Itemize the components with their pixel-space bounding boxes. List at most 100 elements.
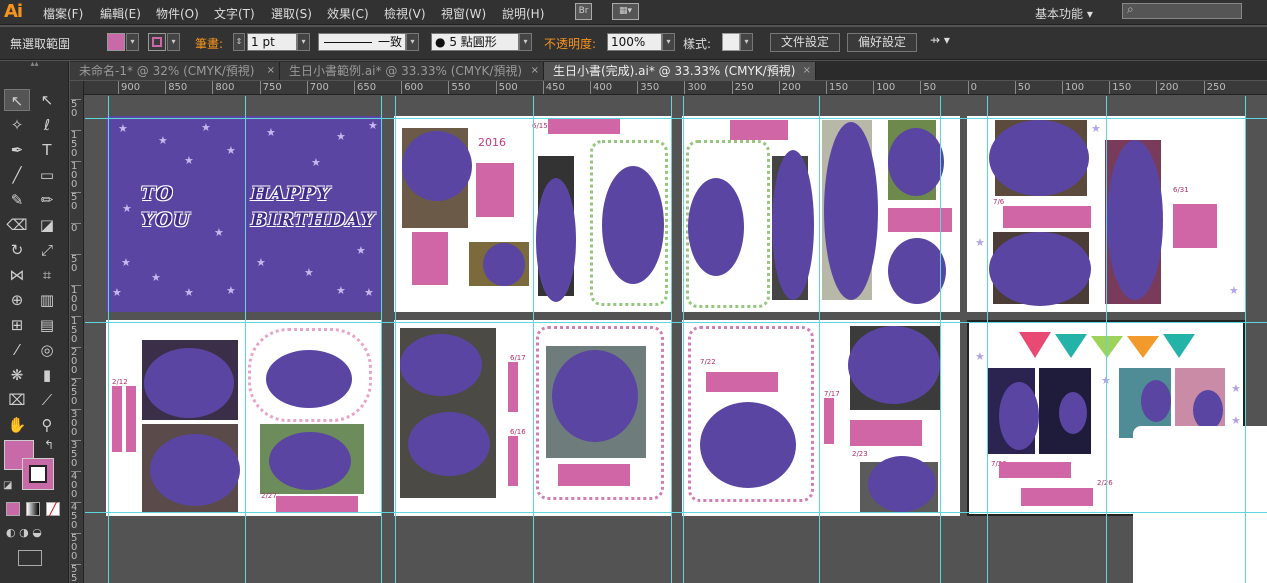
search-input[interactable]: ⌕ <box>1122 2 1242 19</box>
blend-tool-icon[interactable]: ◎ <box>34 339 60 361</box>
menu-help[interactable]: 說明(H) <box>502 5 544 22</box>
blob-brush-tool-icon[interactable]: ⌫ <box>4 214 30 236</box>
photo-mask-ellipse <box>144 348 234 418</box>
hand-tool-icon[interactable]: ✋ <box>4 414 30 436</box>
none-mode-icon[interactable]: ╱ <box>46 502 60 516</box>
vertical-ruler[interactable]: 50 150 100 50 0 50 100 150 200 250 300 350 400 450 500… <box>70 81 84 583</box>
rotate-tool-icon[interactable]: ↻ <box>4 239 30 261</box>
workspace-switcher[interactable]: 基本功能 ▾ <box>1035 5 1093 22</box>
artboard-cover[interactable]: TO YOU HAPPY BIRTHDAY ★ ★ ★ ★ ★ ★ ★ ★ ★ … <box>106 116 382 312</box>
pencil-tool-icon[interactable]: ✏ <box>34 189 60 211</box>
guide-line[interactable] <box>381 96 382 583</box>
tab-document-1[interactable]: 未命名-1* @ 32% (CMYK/預視) × <box>70 62 280 80</box>
document-setup-button[interactable]: 文件設定 <box>770 33 840 52</box>
stroke-weight-field[interactable]: 1 pt <box>247 33 297 51</box>
color-mode-icon[interactable] <box>6 502 20 516</box>
menu-object[interactable]: 物件(O) <box>156 5 199 22</box>
close-icon[interactable]: × <box>803 62 811 80</box>
guide-line[interactable] <box>85 118 1267 119</box>
brush-field[interactable]: ● 5 點圓形 <box>431 33 519 51</box>
opacity-field[interactable]: 100% <box>607 33 662 51</box>
mesh-tool-icon[interactable]: ⊞ <box>4 314 30 336</box>
guide-line[interactable] <box>940 96 941 583</box>
screen-mode-icon[interactable] <box>18 550 42 566</box>
eraser-tool-icon[interactable]: ◪ <box>34 214 60 236</box>
artboard-page-3[interactable] <box>682 116 960 312</box>
guide-line[interactable] <box>395 96 396 583</box>
fill-dropdown[interactable]: ▾ <box>126 33 139 51</box>
free-transform-tool-icon[interactable]: ⌗ <box>34 264 60 286</box>
guide-line[interactable] <box>1106 96 1107 583</box>
fill-swatch[interactable] <box>107 33 125 51</box>
guide-line[interactable] <box>108 96 109 583</box>
horizontal-ruler[interactable]: 900 850 800 750 700 650 600 550 500 450 400 350 300 2… <box>84 81 1267 95</box>
line-tool-icon[interactable]: ╱ <box>4 164 30 186</box>
gradient-mode-icon[interactable] <box>26 502 40 516</box>
bridge-icon[interactable]: Br <box>575 3 592 20</box>
stroke-stepper[interactable]: ⇕ <box>233 33 245 51</box>
magic-wand-tool-icon[interactable]: ✧ <box>4 114 30 136</box>
menu-select[interactable]: 選取(S) <box>271 5 312 22</box>
stroke-color-swatch[interactable] <box>22 458 54 490</box>
stroke-profile-dropdown[interactable]: ▾ <box>406 33 419 51</box>
default-colors-icon[interactable]: ◪ <box>3 480 12 491</box>
preferences-button[interactable]: 偏好設定 <box>847 33 917 52</box>
menu-file[interactable]: 檔案(F) <box>43 5 83 22</box>
menu-type[interactable]: 文字(T) <box>214 5 255 22</box>
gradient-tool-icon[interactable]: ▤ <box>34 314 60 336</box>
guide-line[interactable] <box>1245 96 1246 583</box>
tab-document-3[interactable]: 生日小書(完成).ai* @ 33.33% (CMYK/預視) × <box>544 62 816 80</box>
artboard-tool-icon[interactable]: ⌧ <box>4 389 30 411</box>
stroke-swatch[interactable] <box>148 33 166 51</box>
menu-edit[interactable]: 編輯(E) <box>100 5 141 22</box>
guide-line[interactable] <box>671 96 672 583</box>
arrange-docs-icon[interactable]: ▦▾ <box>612 3 639 20</box>
slice-tool-icon[interactable]: ⟋ <box>34 389 60 411</box>
menu-view[interactable]: 檢視(V) <box>384 5 426 22</box>
artboard-page-7[interactable]: 7/22 7/17 2/23 <box>682 320 960 516</box>
opacity-dropdown[interactable]: ▾ <box>662 33 675 51</box>
selection-tool-icon[interactable]: ↖ <box>4 89 30 111</box>
stroke-profile-field[interactable]: 一致 <box>318 33 406 51</box>
draw-modes-icon[interactable]: ◐ ◑ ◒ <box>6 526 60 542</box>
width-tool-icon[interactable]: ⋈ <box>4 264 30 286</box>
guide-line[interactable] <box>533 96 534 583</box>
swap-colors-icon[interactable]: ↰ <box>44 438 54 452</box>
menu-window[interactable]: 視窗(W) <box>441 5 486 22</box>
stroke-label[interactable]: 筆畫: <box>195 35 223 52</box>
artboard-page-5[interactable]: 2/12 2/27 <box>106 320 382 516</box>
opacity-label[interactable]: 不透明度: <box>544 35 596 52</box>
tab-document-2[interactable]: 生日小書範例.ai* @ 33.33% (CMYK/預視) × <box>280 62 544 80</box>
zoom-tool-icon[interactable]: ⚲ <box>34 414 60 436</box>
guide-line[interactable] <box>245 96 246 583</box>
panel-grip-icon[interactable]: ▴▴ <box>0 60 69 69</box>
stroke-dropdown[interactable]: ▾ <box>167 33 180 51</box>
column-graph-tool-icon[interactable]: ▮ <box>34 364 60 386</box>
panel-menu-icon[interactable]: ⇸ ▾ <box>930 33 950 47</box>
style-swatch[interactable] <box>722 33 740 51</box>
menu-effect[interactable]: 效果(C) <box>327 5 369 22</box>
paintbrush-tool-icon[interactable]: ✎ <box>4 189 30 211</box>
guide-line[interactable] <box>85 322 1267 323</box>
guide-line[interactable] <box>683 96 684 583</box>
rectangle-tool-icon[interactable]: ▭ <box>34 164 60 186</box>
symbol-sprayer-tool-icon[interactable]: ❋ <box>4 364 30 386</box>
close-icon[interactable]: × <box>267 62 275 80</box>
scale-tool-icon[interactable]: ⤢ <box>34 239 60 261</box>
guide-line[interactable] <box>819 96 820 583</box>
guide-line[interactable] <box>85 512 1267 513</box>
brush-dropdown[interactable]: ▾ <box>519 33 532 51</box>
close-icon[interactable]: × <box>531 62 539 80</box>
type-tool-icon[interactable]: T <box>34 139 60 161</box>
artboard-canvas[interactable]: TO YOU HAPPY BIRTHDAY ★ ★ ★ ★ ★ ★ ★ ★ ★ … <box>85 96 1267 583</box>
guide-line[interactable] <box>987 96 988 583</box>
text-box-placeholder <box>412 232 448 285</box>
pen-tool-icon[interactable]: ✒ <box>4 139 30 161</box>
perspective-grid-tool-icon[interactable]: ▥ <box>34 289 60 311</box>
lasso-tool-icon[interactable]: ℓ <box>34 114 60 136</box>
direct-selection-tool-icon[interactable]: ↖ <box>34 89 60 111</box>
shape-builder-tool-icon[interactable]: ⊕ <box>4 289 30 311</box>
eyedropper-tool-icon[interactable]: ⁄ <box>4 339 30 361</box>
stroke-weight-dropdown[interactable]: ▾ <box>297 33 310 51</box>
style-dropdown[interactable]: ▾ <box>740 33 753 51</box>
